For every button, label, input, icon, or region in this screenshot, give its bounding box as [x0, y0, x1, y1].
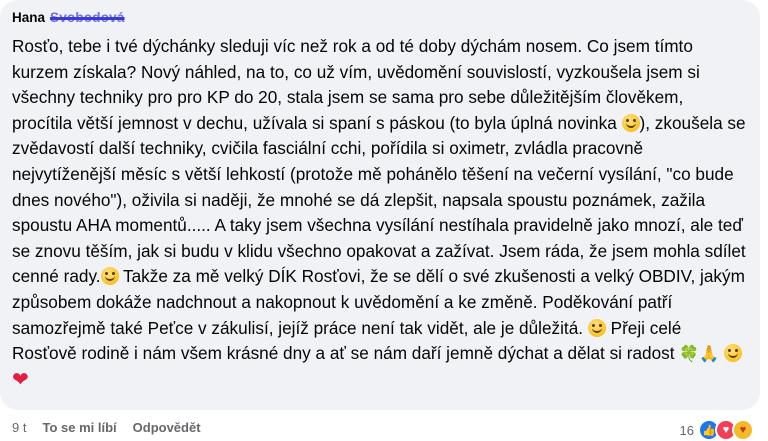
author-line: Hana Svobodová: [12, 6, 748, 28]
smiling-face-emoji-icon: [723, 344, 742, 363]
red-heart-emoji-icon: ❤: [12, 368, 29, 391]
comment-actions: 9 t To se mi líbí Odpovědět: [12, 420, 201, 435]
author-name[interactable]: Hana: [12, 10, 45, 25]
comment-text-part-2: ), zkoušela se zvědavostí další techniky…: [12, 112, 751, 287]
comment-text-part-1: Rosťo, tebe i tvé dýchánky sleduji víc n…: [12, 36, 705, 133]
comment-timestamp[interactable]: 9 t: [12, 420, 26, 435]
author-name-redacted[interactable]: Svobodová: [50, 10, 125, 25]
comment-text: Rosťo, tebe i tvé dýchánky sleduji víc n…: [12, 34, 748, 393]
reply-button[interactable]: Odpovědět: [133, 420, 201, 435]
care-icon: ♥: [732, 419, 754, 441]
like-button[interactable]: To se mi líbí: [42, 420, 116, 435]
reactions-summary[interactable]: 16 👍 ♥ ♥: [680, 419, 754, 441]
four-leaf-clover-emoji-icon: 🍀: [679, 346, 700, 364]
reaction-count[interactable]: 16: [680, 423, 694, 438]
smiling-face-emoji-icon: [621, 113, 640, 132]
smiling-face-emoji-icon: [587, 318, 606, 337]
folded-hands-emoji-icon: 🙏: [699, 346, 720, 364]
smiling-face-emoji-icon: [100, 267, 119, 286]
comment-bubble: Hana Svobodová Rosťo, tebe i tvé dýchánk…: [0, 0, 760, 410]
